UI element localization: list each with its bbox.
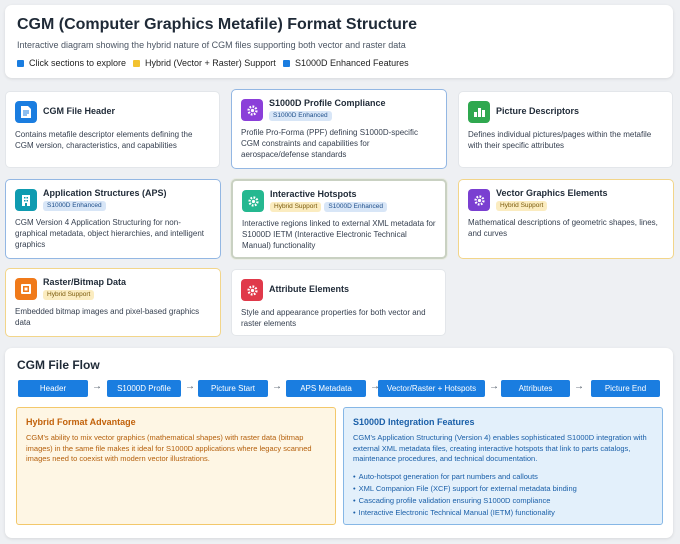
card-title: CGM File Header — [43, 106, 116, 116]
flow-arrow-icon: → — [185, 381, 195, 392]
s1000d-integration-title: S1000D Integration Features — [353, 417, 475, 427]
flow-arrow-icon: → — [92, 381, 102, 392]
list-item: Interactive Electronic Technical Manual … — [353, 507, 654, 519]
flow-arrow-icon: → — [489, 381, 499, 392]
card-description: CGM Version 4 Application Structuring fo… — [15, 218, 205, 249]
card-vector-graphics-elements[interactable]: Vector Graphics Elements Hybrid Support … — [458, 179, 674, 259]
card-s1000d-profile-compliance[interactable]: S1000D Profile Compliance S1000D Enhance… — [231, 89, 447, 169]
card-badges: Hybrid Support — [496, 201, 548, 211]
legend-swatch-icon — [133, 59, 140, 67]
card-description: Mathematical descriptions of geometric s… — [468, 218, 658, 238]
card-title: Picture Descriptors — [496, 106, 580, 116]
card-badges: S1000D Enhanced — [43, 201, 106, 211]
card-title: S1000D Profile Compliance — [269, 98, 386, 108]
s1000d-feature-list: Auto-hotspot generation for part numbers… — [353, 471, 654, 519]
legend-item-hybrid: Hybrid (Vector + Raster) Support — [133, 58, 276, 68]
hybrid-badge: Hybrid Support — [43, 290, 95, 300]
hybrid-advantage-box: Hybrid Format Advantage CGM's ability to… — [16, 407, 336, 525]
flow-step-picture-end[interactable]: Picture End — [591, 380, 660, 397]
image-icon — [15, 278, 37, 300]
card-description: Embedded bitmap images and pixel-based g… — [15, 307, 200, 327]
list-item: XML Companion File (XCF) support for ext… — [353, 483, 654, 495]
gear-icon — [241, 279, 263, 301]
legend-label: Click sections to explore — [29, 58, 127, 68]
card-raster-bitmap-data[interactable]: Raster/Bitmap Data Hybrid Support Embedd… — [5, 268, 221, 337]
s1000d-badge: S1000D Enhanced — [269, 111, 332, 121]
gear-icon — [468, 189, 490, 211]
legend-swatch-icon — [283, 59, 290, 67]
header-panel: CGM (Computer Graphics Metafile) Format … — [5, 5, 673, 78]
page-title: CGM (Computer Graphics Metafile) Format … — [17, 16, 418, 33]
card-badges: S1000D Enhanced — [269, 111, 332, 121]
legend-label: S1000D Enhanced Features — [295, 58, 409, 68]
s1000d-integration-text: CGM's Application Structuring (Version 4… — [353, 433, 647, 463]
card-description: Contains metafile descriptor elements de… — [15, 130, 193, 150]
list-item: Auto-hotspot generation for part numbers… — [353, 471, 654, 483]
flow-arrow-icon: → — [574, 381, 584, 392]
bar-chart-icon — [468, 101, 490, 123]
card-attribute-elements[interactable]: Attribute Elements Style and appearance … — [231, 269, 446, 336]
card-badges: Hybrid Support — [43, 290, 95, 300]
card-cgm-file-header[interactable]: CGM File Header Contains metafile descri… — [5, 91, 220, 168]
hybrid-advantage-title: Hybrid Format Advantage — [26, 417, 136, 427]
card-title: Raster/Bitmap Data — [43, 277, 127, 287]
card-title: Vector Graphics Elements — [496, 188, 608, 198]
card-description: Interactive regions linked to external X… — [242, 219, 436, 250]
card-title: Interactive Hotspots — [270, 189, 357, 199]
flow-panel: CGM File Flow Header → S1000D Profile → … — [5, 348, 673, 538]
legend-item-click: Click sections to explore — [17, 58, 126, 68]
hybrid-badge: Hybrid Support — [270, 202, 322, 212]
gear-icon — [241, 99, 263, 121]
flow-step-vector-raster-hotspots[interactable]: Vector/Raster + Hotspots — [378, 380, 485, 397]
gear-icon — [242, 190, 264, 212]
document-icon — [15, 101, 37, 123]
flow-arrow-icon: → — [272, 381, 282, 392]
flow-title: CGM File Flow — [17, 358, 100, 372]
legend-item-s1000d: S1000D Enhanced Features — [283, 58, 409, 68]
flow-step-aps-metadata[interactable]: APS Metadata — [286, 380, 366, 397]
card-description: Profile Pro-Forma (PPF) defining S1000D-… — [241, 128, 418, 159]
card-title: Application Structures (APS) — [43, 188, 167, 198]
building-icon — [15, 189, 37, 211]
card-badges: Hybrid Support S1000D Enhanced — [270, 202, 387, 212]
flow-step-header[interactable]: Header — [18, 380, 88, 397]
legend-label: Hybrid (Vector + Raster) Support — [145, 58, 276, 68]
flow-step-s1000d-profile[interactable]: S1000D Profile — [107, 380, 181, 397]
s1000d-integration-box: S1000D Integration Features CGM's Applic… — [343, 407, 663, 525]
hybrid-badge: Hybrid Support — [496, 201, 548, 211]
card-interactive-hotspots[interactable]: Interactive Hotspots Hybrid Support S100… — [231, 179, 447, 259]
card-description: Style and appearance properties for both… — [241, 308, 426, 328]
page-subtitle: Interactive diagram showing the hybrid n… — [17, 40, 406, 50]
card-picture-descriptors[interactable]: Picture Descriptors Defines individual p… — [458, 91, 673, 168]
card-title: Attribute Elements — [269, 284, 350, 294]
hybrid-advantage-text: CGM's ability to mix vector graphics (ma… — [26, 433, 312, 463]
s1000d-badge: S1000D Enhanced — [43, 201, 106, 211]
list-item: Cascading profile validation ensuring S1… — [353, 495, 654, 507]
flow-step-attributes[interactable]: Attributes — [501, 380, 570, 397]
card-description: Defines individual pictures/pages within… — [468, 130, 652, 150]
legend-swatch-icon — [17, 59, 24, 67]
s1000d-badge: S1000D Enhanced — [324, 202, 387, 212]
card-application-structures[interactable]: Application Structures (APS) S1000D Enha… — [5, 179, 221, 259]
flow-step-picture-start[interactable]: Picture Start — [198, 380, 268, 397]
